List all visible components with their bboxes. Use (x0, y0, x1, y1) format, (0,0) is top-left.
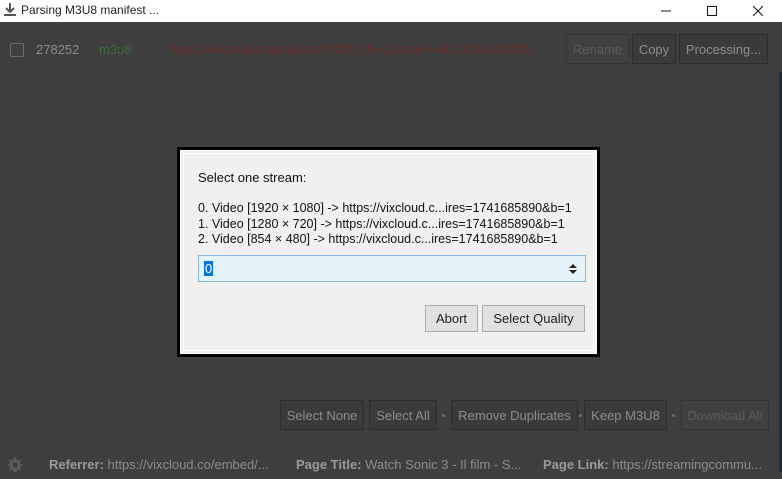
stream-option: 1. Video [1280 × 720] -> https://vixclou… (198, 216, 565, 231)
referrer-info: Referrer: https://vixcloud.co/embed/... (49, 457, 269, 472)
rename-button[interactable]: Rename (566, 34, 629, 64)
row-id: 278252 (36, 42, 80, 57)
stream-list: 0. Video [1920 × 1080] -> https://vixclo… (198, 201, 572, 248)
close-button[interactable] (735, 0, 781, 22)
page-title-label: Page Title: (296, 457, 362, 472)
page-link-value: https://streamingcommu... (612, 457, 762, 472)
title-bar: Parsing M3U8 manifest ... (0, 0, 782, 22)
select-quality-button[interactable]: Select Quality (482, 305, 585, 332)
select-stream-dialog: Select one stream: 0. Video [1920 × 1080… (177, 147, 600, 357)
gear-icon[interactable] (6, 456, 24, 474)
row-url[interactable]: https://vixcloud.co/playlist/278252?b=1&… (166, 42, 542, 57)
media-row: 278252 m3u8 - https://vixcloud.co/playli… (0, 32, 782, 66)
select-none-button[interactable]: Select None (280, 400, 364, 430)
spinner-arrows-icon (569, 264, 577, 274)
minimize-button[interactable] (643, 0, 689, 22)
processing-button[interactable]: Processing... (679, 34, 768, 64)
minimize-icon (661, 10, 671, 12)
maximize-button[interactable] (689, 0, 735, 22)
page-link-label: Page Link: (543, 457, 609, 472)
download-icon (4, 3, 16, 16)
page-link-info: Page Link: https://streamingcommu... (543, 457, 762, 472)
remove-duplicates-button[interactable]: Remove Duplicates (451, 400, 578, 430)
dialog-prompt: Select one stream: (198, 170, 307, 185)
footer-bar: Referrer: https://vixcloud.co/embed/... … (0, 451, 782, 479)
window-title: Parsing M3U8 manifest ... (21, 3, 160, 17)
page-title-value: Watch Sonic 3 - Il film - S... (365, 457, 522, 472)
copy-button[interactable]: Copy (632, 34, 676, 64)
download-all-button[interactable]: Download All (681, 400, 769, 430)
row-type: m3u8 (99, 42, 132, 57)
stream-option: 2. Video [854 × 480] -> https://vixcloud… (198, 232, 558, 246)
select-all-button[interactable]: Select All (369, 400, 437, 430)
dialog-body: Select one stream: 0. Video [1920 × 1080… (183, 153, 594, 351)
stream-select-value: 0 (204, 261, 214, 276)
page-title-info: Page Title: Watch Sonic 3 - Il film - S.… (296, 457, 521, 472)
keep-m3u8-button[interactable]: Keep M3U8 (584, 400, 667, 430)
separator-dot (579, 414, 582, 417)
row-separator: - (143, 42, 148, 57)
separator-dot (672, 414, 675, 417)
separator-dot (442, 414, 445, 417)
maximize-icon (707, 6, 717, 16)
stream-option: 0. Video [1920 × 1080] -> https://vixclo… (198, 201, 572, 215)
row-checkbox[interactable] (10, 43, 24, 57)
abort-button[interactable]: Abort (425, 305, 478, 332)
close-icon (753, 6, 763, 16)
stream-select[interactable]: 0 (198, 255, 586, 282)
referrer-label: Referrer: (49, 457, 104, 472)
referrer-value: https://vixcloud.co/embed/... (107, 457, 269, 472)
